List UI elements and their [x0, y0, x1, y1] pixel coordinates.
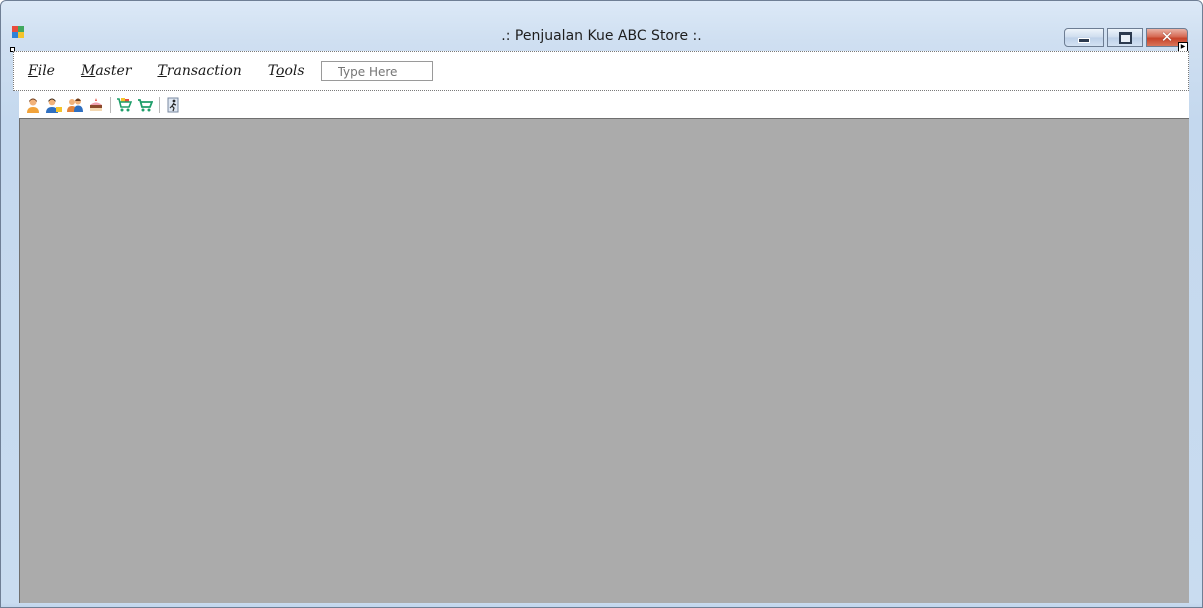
menu-file[interactable]: File	[14, 63, 65, 79]
menu-tools[interactable]: Tools	[254, 63, 315, 79]
close-icon: ✕	[1160, 28, 1174, 46]
tool-strip	[19, 91, 1189, 119]
customer-button[interactable]	[45, 96, 63, 114]
mdi-client-area[interactable]	[19, 119, 1189, 603]
toolbar-separator	[110, 96, 111, 113]
user-icon	[27, 98, 39, 113]
type-here-input[interactable]	[320, 61, 433, 81]
minimize-button[interactable]	[1064, 28, 1104, 47]
cart-full-icon	[117, 97, 132, 111]
sales-full-cart-button[interactable]	[115, 96, 133, 114]
cart-icon	[138, 98, 153, 111]
minimize-icon	[1078, 38, 1090, 43]
title-bar[interactable]: .: Penjualan Kue ABC Store :. ✕	[1, 1, 1202, 48]
user-button[interactable]	[24, 96, 42, 114]
cake-icon	[90, 97, 102, 111]
users-icon	[67, 98, 83, 112]
menu-items: File Master Transaction Tools	[14, 52, 433, 90]
employees-button[interactable]	[66, 96, 84, 114]
main-window: .: Penjualan Kue ABC Store :. ✕ ▶ File M…	[0, 0, 1203, 608]
window-bottom-border	[1, 603, 1202, 607]
exit-icon	[167, 97, 179, 112]
cart-button[interactable]	[136, 96, 154, 114]
user-group-icon	[46, 98, 62, 113]
caption-buttons: ✕	[1064, 28, 1188, 48]
menu-master[interactable]: Master	[67, 63, 141, 79]
toolbar-separator	[159, 96, 160, 113]
menu-transaction[interactable]: Transaction	[143, 63, 251, 79]
maximize-button[interactable]	[1107, 28, 1143, 47]
maximize-icon	[1118, 31, 1132, 44]
exit-button[interactable]	[164, 96, 182, 114]
cake-button[interactable]	[87, 96, 105, 114]
menu-strip: File Master Transaction Tools	[13, 51, 1189, 91]
window-title: .: Penjualan Kue ABC Store :.	[501, 28, 702, 44]
